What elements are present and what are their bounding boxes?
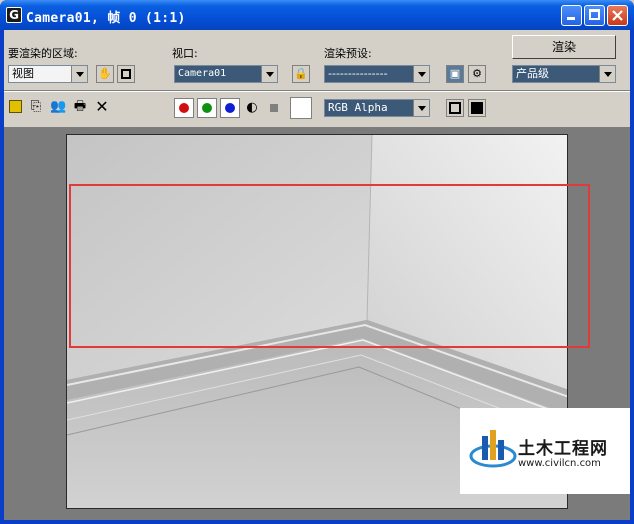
- minimize-button[interactable]: [561, 5, 582, 26]
- watermark-logo: 土木工程网 www.civilcn.com: [460, 408, 630, 494]
- environment-effects-button[interactable]: ▣: [446, 65, 464, 83]
- preset-dropdown-value: ---------------: [328, 67, 388, 80]
- green-dot-icon: [202, 103, 212, 113]
- gear-icon: ⚙: [472, 67, 482, 80]
- red-dot-icon: [179, 103, 189, 113]
- print-image-button[interactable]: 🖶: [72, 99, 88, 115]
- alpha-icon: ◐: [246, 100, 258, 115]
- clear-icon: ✕: [95, 97, 109, 116]
- civilcn-logo-icon: [469, 430, 517, 468]
- channel-dropdown-value: RGB Alpha: [328, 101, 388, 114]
- preset-label: 渲染预设:: [324, 47, 372, 60]
- clear-button[interactable]: ✕: [94, 99, 110, 115]
- hand-icon: ✋: [98, 67, 112, 80]
- copy-image-button[interactable]: ⎘: [28, 99, 44, 115]
- render-button[interactable]: 渲染: [512, 35, 616, 59]
- clone-frame-button[interactable]: 👥: [50, 99, 66, 115]
- lock-viewport-button[interactable]: 🔒: [292, 65, 310, 83]
- monochrome-icon: [270, 104, 278, 112]
- maximize-button[interactable]: [584, 5, 605, 26]
- alpha-channel-toggle[interactable]: ◐: [244, 100, 260, 116]
- render-setup-button[interactable]: ⚙: [468, 65, 486, 83]
- watermark-url: www.civilcn.com: [518, 458, 601, 469]
- display-alpha-button[interactable]: [468, 99, 486, 117]
- toggle-ui-overlay-button[interactable]: [446, 99, 464, 117]
- viewport-dropdown-value: Camera01: [178, 68, 227, 79]
- red-channel-toggle[interactable]: [174, 98, 194, 118]
- blue-channel-toggle[interactable]: [220, 98, 240, 118]
- save-icon: [9, 100, 22, 113]
- viewport-label: 视口:: [172, 47, 198, 60]
- viewport-dropdown[interactable]: Camera01: [174, 65, 278, 83]
- auto-region-button[interactable]: [117, 65, 135, 83]
- pan-hand-button[interactable]: ✋: [96, 65, 114, 83]
- preset-dropdown[interactable]: ---------------: [324, 65, 430, 83]
- lock-icon: 🔒: [294, 67, 308, 80]
- title-bar[interactable]: G Camera01, 帧 0 (1:1): [0, 0, 634, 30]
- area-dropdown[interactable]: 视图: [8, 65, 88, 83]
- quality-dropdown[interactable]: 产品级: [512, 65, 616, 83]
- minimize-icon: [567, 17, 575, 20]
- close-icon: [612, 10, 623, 21]
- close-button[interactable]: [607, 5, 628, 26]
- chevron-down-icon: [413, 66, 429, 82]
- clone-icon: 👥: [50, 99, 67, 114]
- color-swatch[interactable]: [290, 97, 312, 119]
- save-image-button[interactable]: [8, 99, 24, 115]
- chevron-down-icon: [413, 100, 429, 116]
- watermark-site-name: 土木工程网: [518, 439, 608, 459]
- channel-dropdown[interactable]: RGB Alpha: [324, 99, 430, 117]
- monochrome-toggle[interactable]: [266, 100, 282, 116]
- print-icon: 🖶: [73, 99, 87, 114]
- blue-dot-icon: [225, 103, 235, 113]
- maximize-icon: [589, 9, 600, 20]
- chevron-down-icon: [71, 66, 87, 82]
- app-icon: G: [6, 7, 22, 23]
- copy-icon: ⎘: [30, 99, 42, 114]
- chevron-down-icon: [599, 66, 615, 82]
- region-icon: [121, 69, 131, 79]
- display-icon: [471, 102, 483, 114]
- chevron-down-icon: [261, 66, 277, 82]
- environment-icon: ▣: [449, 67, 461, 80]
- area-label: 要渲染的区域:: [8, 47, 78, 60]
- window-title: Camera01, 帧 0 (1:1): [26, 11, 186, 26]
- toolbar-divider: [4, 90, 630, 92]
- green-channel-toggle[interactable]: [197, 98, 217, 118]
- highlight-rectangle: [69, 184, 590, 348]
- area-dropdown-value: 视图: [12, 67, 34, 80]
- overlay-icon: [449, 102, 461, 114]
- quality-dropdown-value: 产品级: [516, 67, 549, 80]
